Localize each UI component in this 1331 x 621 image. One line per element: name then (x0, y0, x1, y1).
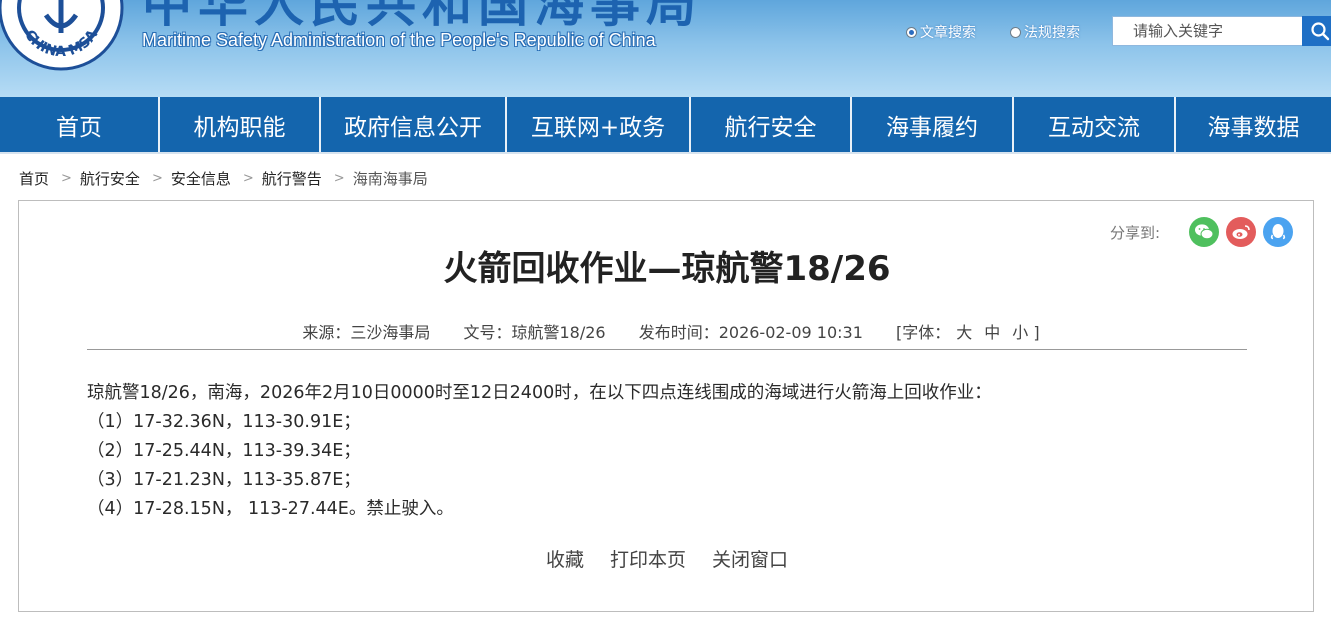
coordinate-line: （3）17-21.23N，113-35.87E； (87, 470, 361, 490)
article-meta: 来源：三沙海事局 文号：琼航警18/26 发布时间：2026-02-09 10:… (19, 319, 1315, 343)
radio-article-search[interactable]: 文章搜索 (906, 22, 976, 42)
body-paragraph: 琼航警18/26，南海，2026年2月10日0000时至12日2400时，在以下… (87, 383, 992, 403)
breadcrumb: 首页 > 航行安全 > 安全信息 > 航行警告 > 海南海事局 (19, 168, 428, 189)
article-body: 琼航警18/26，南海，2026年2月10日0000时至12日2400时，在以下… (87, 379, 1267, 524)
breadcrumb-nav-warnings[interactable]: 航行警告 (262, 168, 322, 189)
radio-selected-icon[interactable] (906, 26, 917, 38)
coordinate-line: （2）17-25.44N，113-39.34E； (87, 441, 361, 461)
article-title: 火箭回收作业—琼航警18/26 (443, 249, 891, 289)
msa-logo[interactable]: CHINA MSA (0, 0, 124, 71)
site-header: CHINA MSA 中华人民共和国海事局 Maritime Safety Adm… (0, 0, 1331, 97)
article-actions: 收藏 打印本页 关闭窗口 (19, 545, 1315, 572)
nav-item-functions[interactable]: 机构职能 (160, 97, 321, 152)
breadcrumb-separator: > (151, 171, 163, 186)
nav-item-internet-gov[interactable]: 互联网+政务 (507, 97, 691, 152)
breadcrumb-separator: > (333, 171, 345, 186)
nav-item-home[interactable]: 首页 (0, 97, 160, 152)
site-title-english: Maritime Safety Administration of the Pe… (142, 30, 656, 50)
search-input[interactable] (1112, 16, 1303, 46)
print-link[interactable]: 打印本页 (610, 545, 686, 572)
coordinate-line: （1）17-32.36N，113-30.91E； (87, 412, 361, 432)
search-button[interactable] (1302, 16, 1331, 46)
radio-unselected-icon[interactable] (1010, 26, 1021, 38)
breadcrumb-nav-safety[interactable]: 航行安全 (80, 168, 140, 189)
main-nav: 首页 机构职能 政府信息公开 互联网+政务 航行安全 海事履约 互动交流 海事数… (0, 97, 1331, 152)
breadcrumb-separator: > (61, 171, 72, 186)
font-size-large[interactable]: 大 (956, 323, 972, 342)
meta-publish-time: 发布时间：2026-02-09 10:31 (638, 323, 863, 342)
close-window-link[interactable]: 关闭窗口 (712, 545, 788, 572)
search-icon (1311, 22, 1330, 41)
share-label: 分享到: (1109, 223, 1160, 242)
font-size-small[interactable]: 小 ] (1012, 323, 1039, 342)
breadcrumb-hainan-msa[interactable]: 海南海事局 (353, 168, 428, 189)
meta-source: 来源：三沙海事局 (302, 323, 431, 342)
favorite-link[interactable]: 收藏 (546, 545, 584, 572)
article-panel: 分享到: 火箭回收作业—琼航警18/26 来源：三沙海事局 文号：琼航警18/2… (18, 200, 1314, 612)
nav-item-nav-safety[interactable]: 航行安全 (691, 97, 852, 152)
radio-law-search[interactable]: 法规搜索 (1010, 22, 1080, 42)
coordinate-line: （4）17-28.15N， 113-27.44E。禁止驶入。 (87, 499, 454, 519)
nav-item-data[interactable]: 海事数据 (1176, 97, 1331, 152)
nav-divider (0, 152, 1331, 154)
breadcrumb-safety-info[interactable]: 安全信息 (171, 168, 231, 189)
font-size-label: [字体： (895, 323, 951, 342)
nav-item-interaction[interactable]: 互动交流 (1014, 97, 1176, 152)
title-divider (87, 349, 1247, 350)
meta-doc-number: 文号：琼航警18/26 (463, 323, 606, 342)
search-area: 文章搜索 法规搜索 (906, 16, 1331, 48)
nav-item-gov-info[interactable]: 政府信息公开 (321, 97, 507, 152)
nav-item-compliance[interactable]: 海事履约 (852, 97, 1014, 152)
breadcrumb-home[interactable]: 首页 (19, 168, 49, 189)
font-size-medium[interactable]: 中 (984, 323, 1000, 342)
breadcrumb-separator: > (242, 171, 254, 186)
